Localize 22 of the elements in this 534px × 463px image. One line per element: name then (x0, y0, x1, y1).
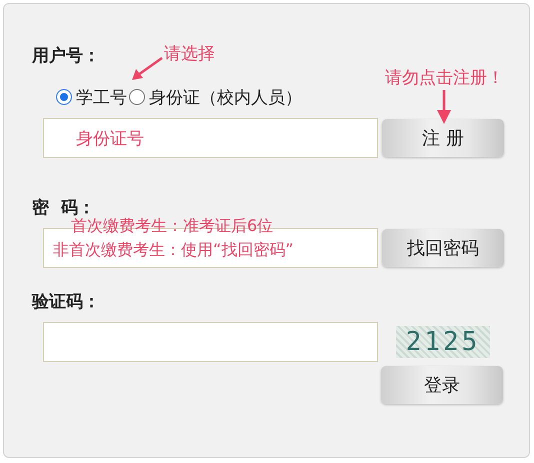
annotation-text: 首次缴费考生：准考证后6位 (71, 216, 274, 237)
annotation-text: 请勿点击注册！ (385, 67, 504, 89)
register-button[interactable]: 注 册 (382, 119, 504, 157)
recover-password-button[interactable]: 找回密码 (382, 229, 504, 267)
arrow-icon (130, 56, 164, 82)
annotation-text: 身份证号 (76, 128, 144, 150)
radio-button[interactable] (129, 89, 145, 105)
login-button[interactable]: 登录 (381, 366, 503, 404)
captcha-image: 2125 (396, 326, 490, 358)
field-label: 密 码： (32, 197, 95, 218)
field-label: 验证码： (32, 291, 100, 314)
annotation-text: 请选择 (164, 43, 215, 65)
radio-label: 身份证（校内人员） (149, 86, 302, 108)
captcha-field[interactable] (43, 322, 378, 362)
arrow-icon (436, 90, 452, 124)
annotation-text: 非首次缴费考生：使用“找回密码” (53, 239, 294, 261)
radio-button[interactable] (56, 89, 72, 105)
input-field[interactable]: 身份证号 (43, 118, 378, 158)
field-label: 用户号： (32, 45, 100, 68)
radio-option[interactable]: 身份证（校内人员） (129, 86, 302, 108)
radio-label: 学工号 (76, 86, 127, 108)
radio-option[interactable]: 学工号 (56, 86, 127, 108)
